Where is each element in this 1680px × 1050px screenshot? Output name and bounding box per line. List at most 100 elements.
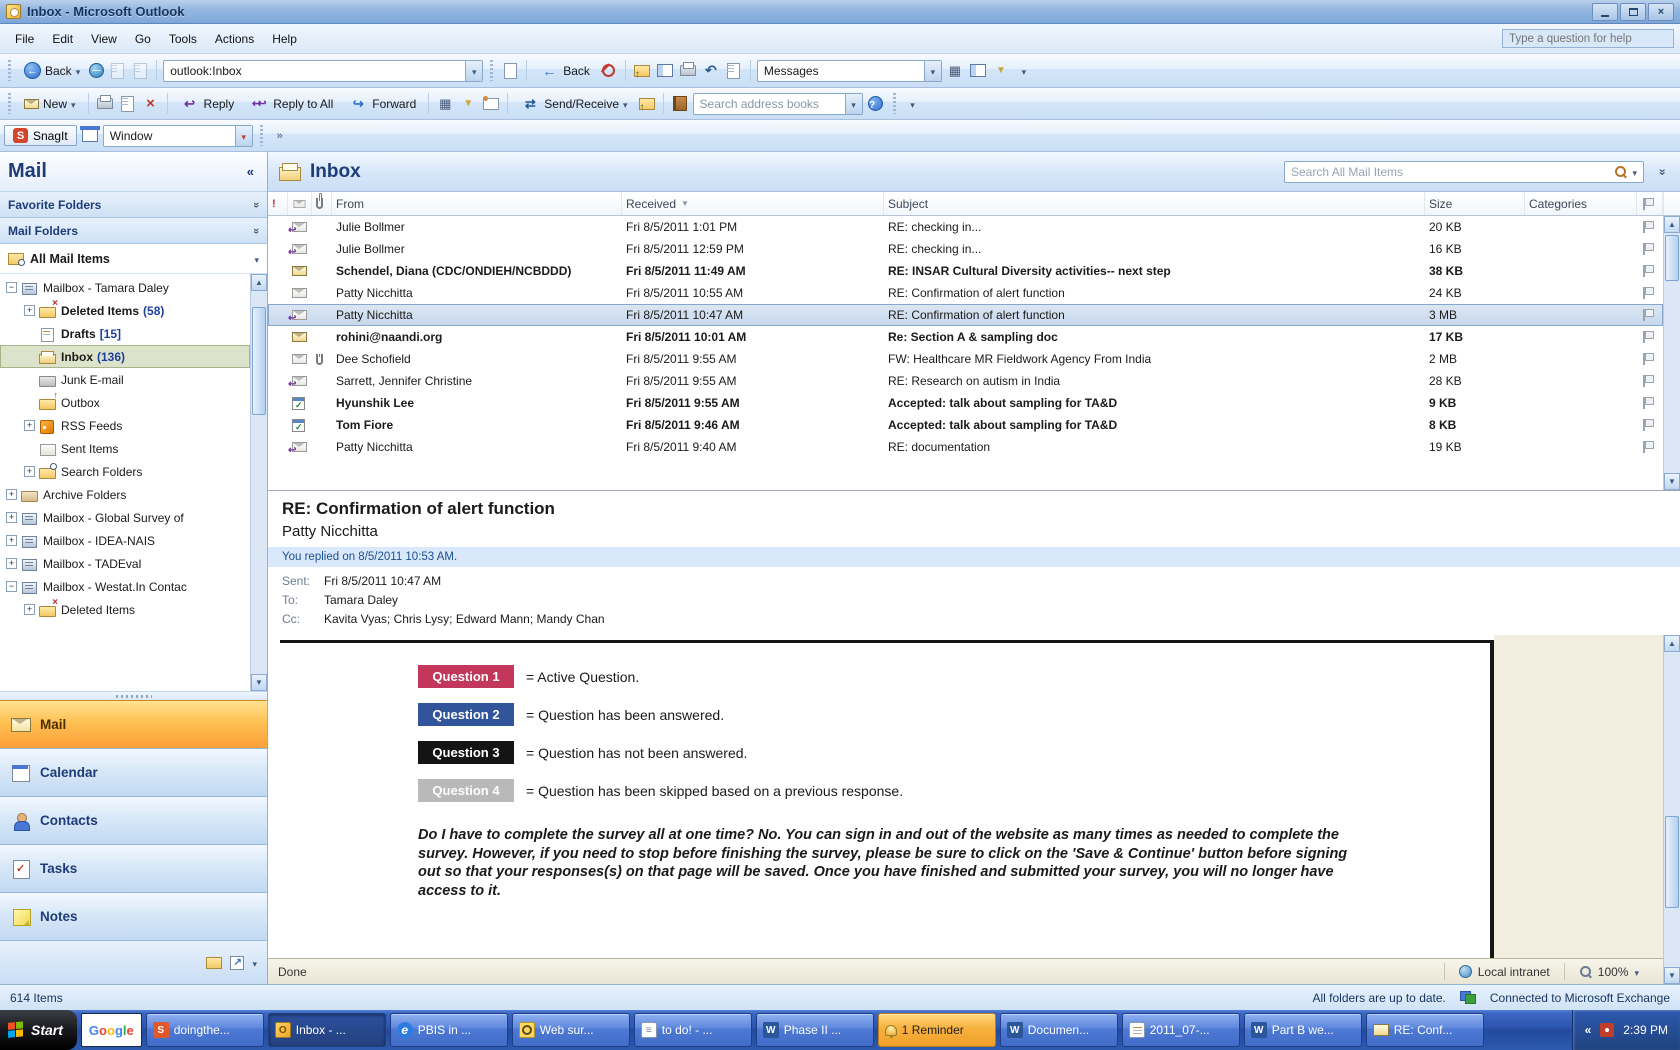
folder-item[interactable]: Inbox(136) (0, 345, 250, 368)
taskbar-button[interactable]: Web sur... (512, 1013, 630, 1047)
expand-search-button[interactable]: « (1652, 162, 1670, 182)
folder-item[interactable]: Sent Items (0, 437, 250, 460)
sidebar-item-contacts[interactable]: Contacts (0, 796, 267, 844)
search-input[interactable]: Search All Mail Items (1284, 161, 1644, 183)
search-address-books-input[interactable]: Search address books (693, 93, 863, 115)
address-dropdown-button[interactable] (465, 61, 482, 81)
snagit-button[interactable]: SnagIt (4, 125, 77, 146)
menu-edit[interactable]: Edit (43, 28, 82, 50)
scroll-track[interactable] (1664, 652, 1680, 967)
reply-all-button[interactable]: Reply to All (243, 92, 339, 116)
view-dropdown-button[interactable] (924, 61, 941, 81)
flag-cell[interactable] (1637, 374, 1663, 388)
menu-go[interactable]: Go (126, 28, 160, 50)
configure-buttons-icon[interactable] (252, 956, 257, 970)
maximize-button[interactable] (1620, 3, 1646, 21)
scroll-track[interactable] (251, 291, 267, 674)
flag-cell[interactable] (1637, 396, 1663, 410)
attachment-column-header[interactable] (312, 192, 332, 215)
categories-column-header[interactable]: Categories (1525, 192, 1637, 215)
folder-item[interactable]: Junk E-mail (0, 368, 250, 391)
menu-actions[interactable]: Actions (206, 28, 263, 50)
folder-item[interactable]: Drafts[15] (0, 322, 250, 345)
importance-column-header[interactable]: ! (268, 192, 288, 215)
minimize-button[interactable] (1592, 3, 1618, 21)
toolbar-grip[interactable] (8, 60, 11, 81)
scroll-thumb[interactable] (1665, 816, 1679, 908)
folder-item[interactable]: Outbox (0, 391, 250, 414)
folder-item[interactable]: +Search Folders (0, 460, 250, 483)
message-row[interactable]: ↩Patty NicchittaFri 8/5/2011 10:47 AMRE:… (268, 304, 1663, 326)
expander-icon[interactable]: + (6, 512, 17, 523)
expander-icon[interactable]: + (6, 535, 17, 546)
sidebar-item-notes[interactable]: Notes (0, 892, 267, 940)
favorite-folders-header[interactable]: Favorite Folders » (0, 192, 267, 218)
snagit-profile-dropdown[interactable] (235, 126, 252, 146)
reading-pane-scrollbar[interactable]: ▲ ▼ (1663, 635, 1680, 984)
snagit-profile-select[interactable]: Window (103, 125, 253, 147)
menu-help[interactable]: Help (263, 28, 306, 50)
taskbar-button[interactable]: to do! - ... (634, 1013, 752, 1047)
flag-cell[interactable] (1637, 220, 1663, 234)
message-row[interactable]: Tom FioreFri 8/5/2011 9:46 AMAccepted: t… (268, 414, 1663, 436)
folder-item[interactable]: +Archive Folders (0, 483, 250, 506)
message-row[interactable]: ↩Sarrett, Jennifer ChristineFri 8/5/2011… (268, 370, 1663, 392)
connection-status[interactable]: Connected to Microsoft Exchange (1490, 991, 1670, 1005)
scroll-down-button[interactable]: ▼ (1664, 473, 1680, 490)
filter-icon[interactable] (991, 61, 1011, 81)
flag-cell[interactable] (1637, 286, 1663, 300)
expander-icon[interactable]: + (24, 305, 35, 316)
flag-cell[interactable] (1637, 352, 1663, 366)
scroll-up-button[interactable]: ▲ (1664, 216, 1680, 233)
collapse-pane-button[interactable]: « (242, 162, 259, 181)
expander-icon[interactable]: + (6, 489, 17, 500)
message-row[interactable]: Schendel, Diana (CDC/ONDIEH/NCBDDD)Fri 8… (268, 260, 1663, 282)
undo-icon[interactable] (701, 61, 721, 81)
toolbar-overflow-button[interactable] (270, 126, 290, 146)
flag-cell[interactable] (1637, 264, 1663, 278)
scroll-thumb[interactable] (252, 307, 266, 415)
toolbar-grip[interactable] (490, 60, 493, 81)
menu-view[interactable]: View (82, 28, 126, 50)
expander-icon[interactable]: + (24, 604, 35, 615)
taskbar-button[interactable]: Documen... (1000, 1013, 1118, 1047)
search-books-dropdown-button[interactable] (845, 94, 862, 114)
flag-cell[interactable] (1637, 308, 1663, 322)
folder-item[interactable]: +Mailbox - IDEA-NAIS (0, 529, 250, 552)
size-column-header[interactable]: Size (1425, 192, 1525, 215)
expander-icon[interactable]: + (6, 558, 17, 569)
folder-list-icon[interactable] (206, 957, 222, 969)
back-button[interactable]: Back (18, 60, 86, 81)
folder-item[interactable]: +Deleted Items (0, 598, 250, 621)
message-row[interactable]: Patty NicchittaFri 8/5/2011 10:55 AMRE: … (268, 282, 1663, 304)
taskbar-button[interactable]: doingthe... (146, 1013, 264, 1047)
expander-icon[interactable]: − (6, 282, 17, 293)
pane-splitter[interactable] (0, 691, 267, 700)
folder-item[interactable]: +RSS Feeds (0, 414, 250, 437)
menu-tools[interactable]: Tools (160, 28, 206, 50)
folder-item[interactable]: +Mailbox - TADEval (0, 552, 250, 575)
mail-folders-header[interactable]: Mail Folders » (0, 218, 267, 244)
junk-filter-icon[interactable] (458, 94, 478, 114)
flag-cell[interactable] (1637, 242, 1663, 256)
current-view-select[interactable]: Messages (757, 60, 942, 82)
message-row[interactable]: Hyunshik LeeFri 8/5/2011 9:55 AMAccepted… (268, 392, 1663, 414)
message-row[interactable]: ↩Julie BollmerFri 8/5/2011 12:59 PMRE: c… (268, 238, 1663, 260)
message-row[interactable]: ↩Julie BollmerFri 8/5/2011 1:01 PMRE: ch… (268, 216, 1663, 238)
folder-item[interactable]: +Deleted Items(58) (0, 299, 250, 322)
group-by-icon[interactable] (945, 61, 965, 81)
toolbar-options-button[interactable] (1014, 61, 1034, 81)
sidebar-item-mail[interactable]: Mail (0, 700, 267, 748)
taskbar-button[interactable]: PBIS in ... (390, 1013, 508, 1047)
flag-cell[interactable] (1637, 418, 1663, 432)
scroll-up-button[interactable]: ▲ (251, 274, 267, 291)
menu-file[interactable]: File (6, 28, 43, 50)
toolbar-grip[interactable] (893, 93, 896, 113)
tray-notification-icon[interactable] (1600, 1023, 1614, 1037)
folder-scope-selector[interactable]: All Mail Items (0, 244, 267, 274)
toolbar-grip[interactable] (8, 93, 11, 113)
message-row[interactable]: rohini@naandi.orgFri 8/5/2011 10:01 AMRe… (268, 326, 1663, 348)
google-deskbar[interactable]: Google (81, 1013, 142, 1047)
delete-icon[interactable] (141, 94, 161, 114)
scroll-thumb[interactable] (1665, 235, 1679, 281)
